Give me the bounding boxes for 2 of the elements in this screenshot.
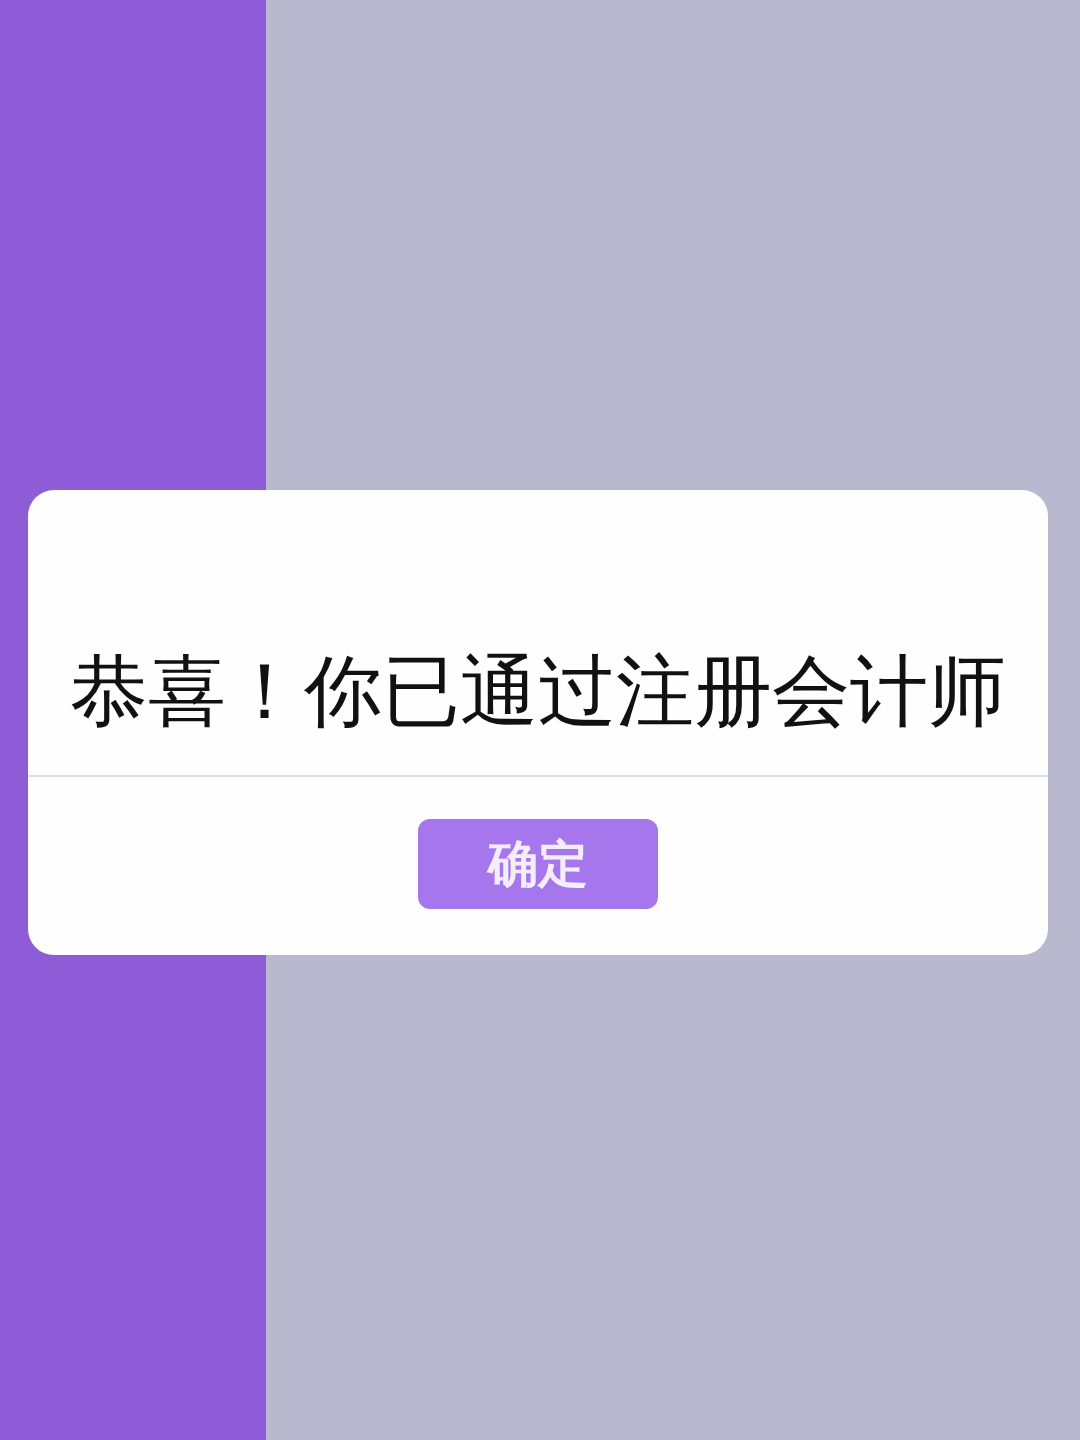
confirm-button[interactable]: 确定 — [418, 819, 658, 909]
dialog-message: 恭喜！你已通过注册会计师 — [70, 649, 1006, 735]
